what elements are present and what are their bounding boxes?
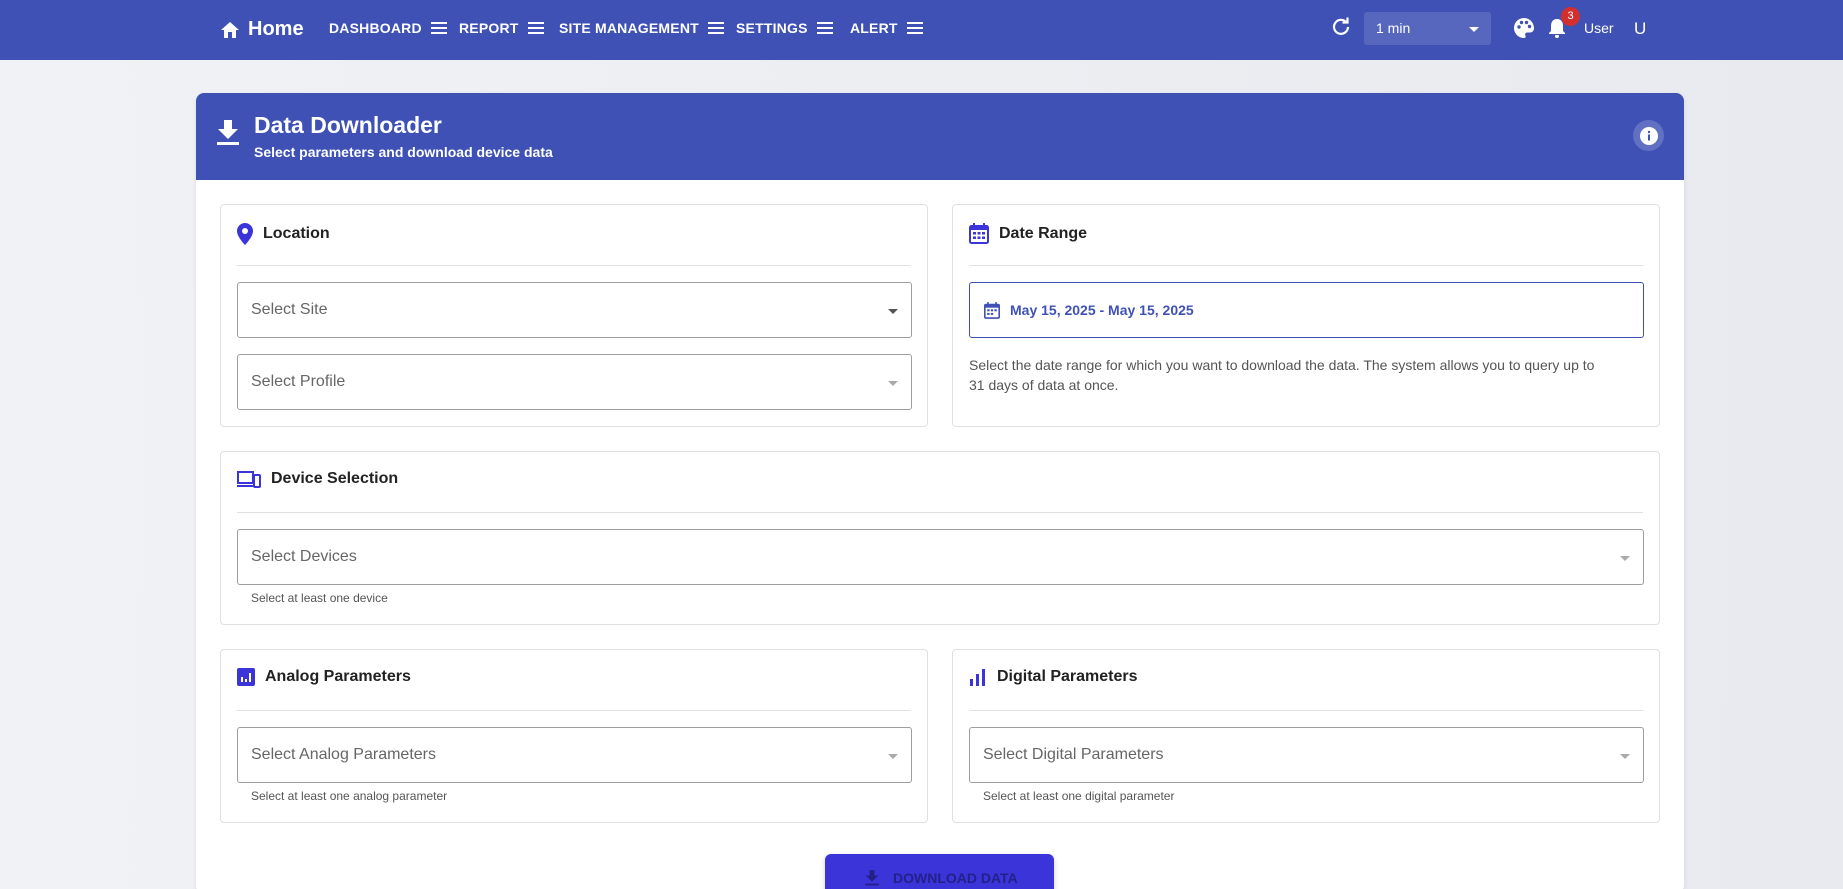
refresh-interval-value: 1 min: [1376, 20, 1411, 36]
avatar[interactable]: U: [1634, 19, 1646, 39]
page-title: Data Downloader: [254, 112, 442, 138]
refresh-button[interactable]: [1331, 17, 1351, 42]
chevron-down-icon: [888, 381, 898, 386]
data-downloader-card: Data Downloader Select parameters and do…: [196, 93, 1684, 889]
nav-alert-label: ALERT: [850, 20, 898, 36]
download-data-label: DOWNLOAD DATA: [893, 870, 1018, 886]
date-range-title: Date Range: [999, 224, 1088, 242]
download-icon: [865, 870, 879, 886]
download-data-button[interactable]: DOWNLOAD DATA: [825, 854, 1054, 889]
analog-parameters-panel: Analog Parameters Select Analog Paramete…: [220, 649, 928, 823]
user-name[interactable]: User: [1584, 20, 1614, 36]
info-icon: [1639, 126, 1658, 145]
nav-dashboard[interactable]: DASHBOARD: [329, 20, 447, 36]
nav-dashboard-label: DASHBOARD: [329, 20, 422, 36]
divider: [969, 265, 1643, 266]
location-heading: Location: [237, 223, 330, 245]
home-label: Home: [248, 18, 304, 40]
nav-report[interactable]: REPORT: [459, 20, 544, 36]
nav-site-management[interactable]: SITE MANAGEMENT: [559, 20, 724, 36]
chevron-down-icon: [1469, 27, 1479, 32]
analog-parameters-title: Analog Parameters: [265, 668, 411, 685]
chevron-down-icon: [888, 309, 898, 314]
chevron-down-icon: [888, 754, 898, 759]
menu-icon: [527, 22, 544, 34]
page-subtitle: Select parameters and download device da…: [254, 144, 553, 160]
divider: [237, 265, 911, 266]
nav-site-management-label: SITE MANAGEMENT: [559, 20, 699, 36]
calendar-icon: [984, 302, 1000, 319]
date-range-description: Select the date range for which you want…: [969, 357, 1595, 393]
divider: [237, 710, 911, 711]
date-range-picker[interactable]: May 15, 2025 - May 15, 2025: [969, 282, 1644, 338]
analog-parameters-select[interactable]: Select Analog Parameters: [237, 727, 912, 783]
location-title: Location: [263, 225, 330, 242]
device-selection-title: Device Selection: [271, 470, 399, 487]
site-select-placeholder: Select Site: [251, 301, 328, 318]
refresh-interval-select[interactable]: 1 min: [1364, 12, 1491, 45]
devices-select-placeholder: Select Devices: [251, 548, 357, 565]
analytics-icon: [237, 668, 255, 686]
menu-icon: [707, 22, 724, 34]
digital-parameters-placeholder: Select Digital Parameters: [983, 746, 1164, 763]
digital-parameters-panel: Digital Parameters Select Digital Parame…: [952, 649, 1660, 823]
date-range-value: May 15, 2025 - May 15, 2025: [1010, 302, 1194, 318]
theme-button[interactable]: [1513, 17, 1535, 44]
divider: [969, 710, 1643, 711]
digital-parameters-heading: Digital Parameters: [969, 668, 1138, 686]
info-button[interactable]: [1633, 120, 1664, 151]
top-navbar: Home DASHBOARD REPORT SITE MANAGEMENT SE…: [0, 0, 1843, 60]
devices-select[interactable]: Select Devices: [237, 529, 1644, 585]
device-selection-heading: Device Selection: [237, 470, 398, 488]
refresh-icon: [1332, 17, 1350, 35]
nav-settings-label: SETTINGS: [736, 20, 808, 36]
home-icon: [221, 21, 239, 38]
site-select[interactable]: Select Site: [237, 282, 912, 338]
notification-badge: 3: [1561, 7, 1580, 26]
date-range-heading: Date Range: [969, 223, 1087, 244]
download-icon: [217, 120, 239, 145]
analog-parameters-placeholder: Select Analog Parameters: [251, 746, 436, 763]
devices-icon: [237, 470, 261, 488]
menu-icon: [906, 22, 923, 34]
digital-parameters-hint: Select at least one digital parameter: [983, 789, 1175, 803]
analog-parameters-heading: Analog Parameters: [237, 668, 411, 686]
chevron-down-icon: [1620, 556, 1630, 561]
divider: [237, 512, 1643, 513]
calendar-icon: [969, 223, 989, 244]
date-range-panel: Date Range May 15, 2025 - May 15, 2025 S…: [952, 204, 1660, 427]
home-link[interactable]: Home: [220, 18, 304, 41]
profile-select[interactable]: Select Profile: [237, 354, 912, 410]
chevron-down-icon: [1620, 754, 1630, 759]
card-header: Data Downloader Select parameters and do…: [196, 93, 1684, 180]
analog-parameters-hint: Select at least one analog parameter: [251, 789, 448, 803]
menu-icon: [430, 22, 447, 34]
profile-select-placeholder: Select Profile: [251, 373, 346, 390]
nav-report-label: REPORT: [459, 20, 519, 36]
menu-icon: [816, 22, 833, 34]
digital-parameters-title: Digital Parameters: [997, 668, 1138, 685]
bar-chart-icon: [970, 668, 985, 686]
location-pin-icon: [237, 223, 253, 245]
device-selection-panel: Device Selection Select Devices Select a…: [220, 451, 1660, 625]
location-panel: Location Select Site Select Profile: [220, 204, 928, 427]
nav-alert[interactable]: ALERT: [850, 20, 923, 36]
devices-hint: Select at least one device: [251, 591, 388, 605]
nav-settings[interactable]: SETTINGS: [736, 20, 833, 36]
palette-icon: [1514, 18, 1534, 38]
digital-parameters-select[interactable]: Select Digital Parameters: [969, 727, 1644, 783]
